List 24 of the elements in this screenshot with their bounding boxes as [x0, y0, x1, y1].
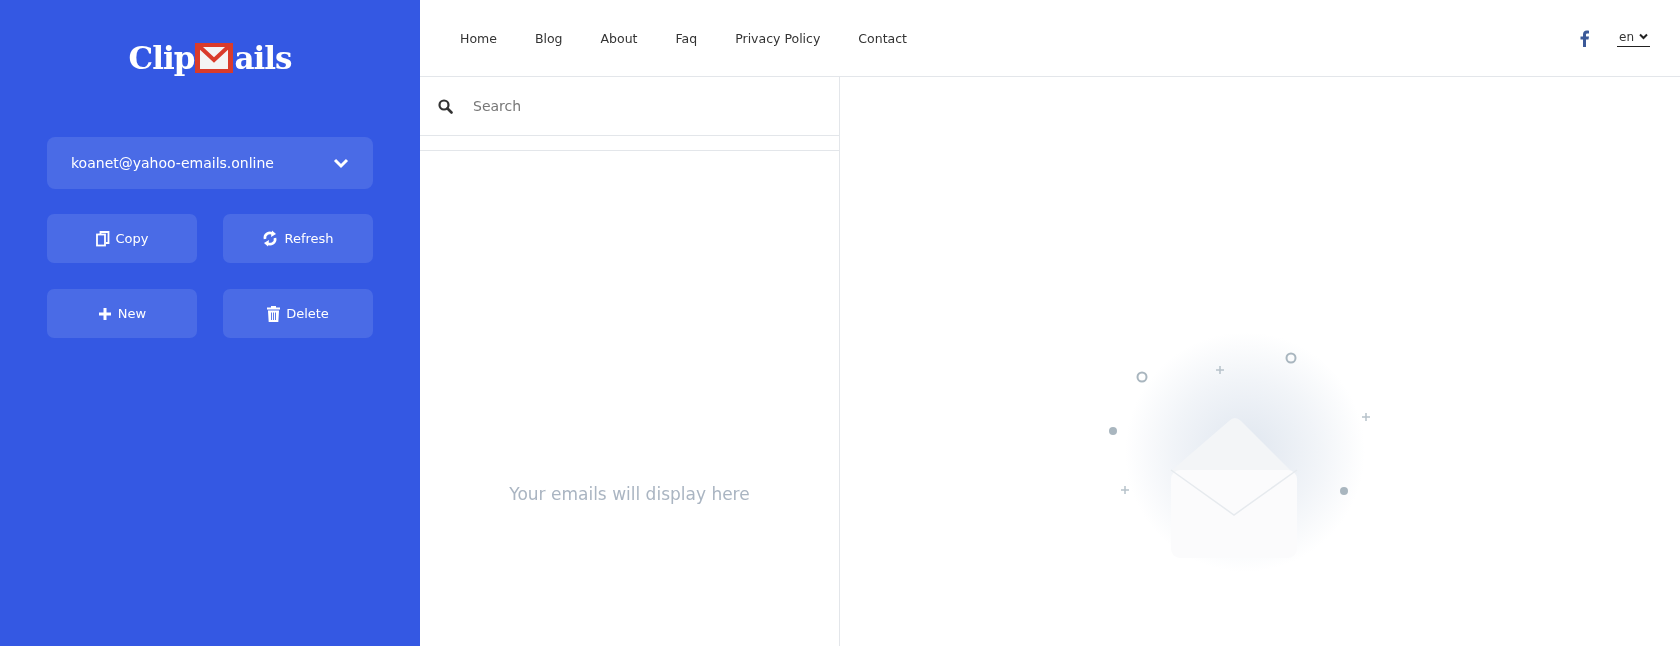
delete-button[interactable]: Delete [223, 289, 373, 338]
nav-link[interactable]: Faq [675, 30, 698, 46]
trash-icon [267, 305, 281, 322]
chevron-down-icon [333, 157, 349, 169]
logo-text: Clip [128, 42, 195, 74]
nav-link[interactable]: Home [460, 30, 497, 46]
new-button[interactable]: New [47, 289, 197, 338]
nav-link[interactable]: Privacy Policy [735, 30, 821, 46]
refresh-button[interactable]: Refresh [223, 214, 373, 263]
search-icon [438, 98, 453, 114]
nav-link[interactable]: Blog [534, 30, 563, 46]
refresh-icon [262, 230, 279, 247]
envelope-icon [195, 43, 234, 73]
copy-button[interactable]: Copy [47, 214, 197, 263]
nav-link[interactable]: Contact [858, 30, 907, 46]
email-dropdown[interactable]: koanet@yahoo-emails.online [47, 137, 373, 189]
copy-icon [95, 230, 110, 247]
empty-inbox-message: Your emails will display here [509, 483, 750, 504]
plus-icon [97, 306, 112, 321]
nav-link[interactable]: About [600, 30, 638, 46]
facebook-icon[interactable] [1580, 29, 1589, 47]
chevron-down-icon [1639, 33, 1648, 40]
logo-text: ails [234, 42, 292, 74]
language-selector[interactable]: en [1617, 29, 1650, 47]
